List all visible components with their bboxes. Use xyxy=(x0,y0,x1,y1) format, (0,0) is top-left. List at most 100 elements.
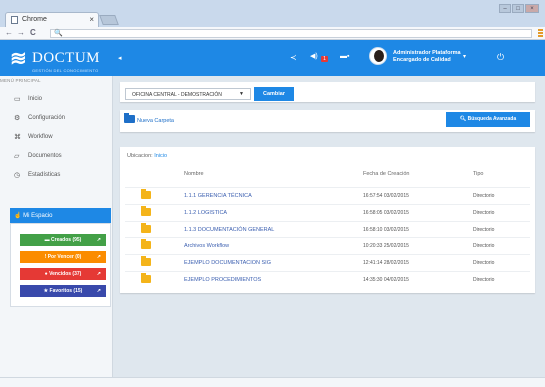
folder-icon: ▱ xyxy=(14,153,20,160)
table-row[interactable]: 1.1.3 DOCUMENTACIÓN GENERAL 16:58:10 03/… xyxy=(125,221,530,237)
location-label: Ubicacion: xyxy=(127,153,153,159)
advanced-search-label: Búsqueda Avanzada xyxy=(467,116,517,122)
folder-icon xyxy=(141,189,151,199)
browser-tab[interactable]: Chrome × xyxy=(5,12,99,27)
browser-toolbar: ← → C 🔍 xyxy=(0,27,545,40)
row-name[interactable]: Archivos Workflow xyxy=(184,243,229,249)
column-header-type[interactable]: Tipo xyxy=(473,171,484,177)
row-name[interactable]: 1.1.3 DOCUMENTACIÓN GENERAL xyxy=(184,227,274,233)
sidebar-item-workflow[interactable]: ⌘ Workflow xyxy=(0,128,112,147)
logo[interactable]: ≋ DOCTUM GESTIÓN DEL CONOCIMIENTO xyxy=(10,43,120,75)
row-type: Directorio xyxy=(473,193,495,199)
row-name[interactable]: 1.1.1 GERENCIA TÉCNICA xyxy=(184,193,252,199)
row-date: 16:58:05 03/02/2015 xyxy=(363,210,409,216)
user-info[interactable]: Administrador Plataforma Encargado de Ca… xyxy=(393,50,461,64)
table-row[interactable]: 1.1.1 GERENCIA TÉCNICA 16:57:54 03/02/20… xyxy=(125,187,530,203)
address-bar[interactable]: 🔍 xyxy=(50,29,532,38)
tab-close-icon[interactable]: × xyxy=(89,15,94,24)
forward-arrow-icon[interactable]: → xyxy=(17,28,25,37)
table-row[interactable]: EJEMPLO PROCEDIMIENTOS 14:35:30 04/02/20… xyxy=(125,271,530,287)
advanced-search-button[interactable]: 🔍︎ Búsqueda Avanzada xyxy=(446,112,530,127)
row-type: Directorio xyxy=(473,260,495,266)
row-date: 16:58:10 03/02/2015 xyxy=(363,227,409,233)
star-icon: ★ xyxy=(43,288,49,294)
sidebar-item-inicio[interactable]: ▭ Inicio xyxy=(0,90,112,109)
change-office-button[interactable]: Cambiar xyxy=(254,87,294,101)
due-soon-label: Por Vencer (0) xyxy=(47,254,82,260)
user-name: Administrador Plataforma xyxy=(393,50,461,56)
office-selector-panel: OFICINA CENTRAL - DEMOSTRACIÓN ▼ Cambiar xyxy=(120,82,535,102)
external-link-icon[interactable]: ↗ xyxy=(97,251,101,263)
workflow-icon: ⌘ xyxy=(14,134,21,141)
created-button[interactable]: ▬ Creados (95) ↗ xyxy=(20,234,106,246)
office-select[interactable]: OFICINA CENTRAL - DEMOSTRACIÓN ▼ xyxy=(125,88,251,100)
favorites-label: Favoritos (15) xyxy=(49,288,83,294)
table-row[interactable]: EJEMPLO DOCUMENTACION SIG 12:41:14 28/02… xyxy=(125,254,530,270)
browser-titlebar: Chrome × – □ × xyxy=(0,0,545,27)
row-date: 16:57:54 03/02/2015 xyxy=(363,193,409,199)
breadcrumb: Ubicacion: Inicio xyxy=(127,153,167,159)
external-link-icon[interactable]: ↗ xyxy=(97,268,101,280)
sidebar-item-documentos[interactable]: ▱ Documentos xyxy=(0,147,112,166)
my-space-title: Mi Espacio xyxy=(23,213,53,219)
breadcrumb-home-link[interactable]: Inicio xyxy=(154,153,167,159)
chevron-down-icon[interactable]: ▾ xyxy=(463,53,466,60)
folder-icon xyxy=(141,256,151,266)
gear-icon: ⚙ xyxy=(14,115,21,122)
expired-button[interactable]: ● Vencidos (37) ↗ xyxy=(20,268,106,280)
row-type: Directorio xyxy=(473,227,495,233)
clock-icon: ◷ xyxy=(14,172,21,179)
row-date: 14:35:30 04/02/2015 xyxy=(363,277,409,283)
window-controls: – □ × xyxy=(499,4,539,13)
expired-label: Vencidos (37) xyxy=(49,271,82,277)
table-row[interactable]: Archivos Workflow 10:20:33 25/02/2015 Di… xyxy=(125,237,530,253)
chevron-down-icon: ▼ xyxy=(239,91,244,97)
maximize-button[interactable]: □ xyxy=(512,4,524,13)
row-name[interactable]: EJEMPLO DOCUMENTACION SIG xyxy=(184,260,271,266)
reload-icon[interactable]: C xyxy=(30,28,36,37)
new-folder-link[interactable]: Nueva Carpeta xyxy=(137,118,174,124)
notification-badge: 1 xyxy=(321,56,328,62)
row-date: 12:41:14 28/02/2015 xyxy=(363,260,409,266)
row-name[interactable]: 1.1.2 LOGISTICA xyxy=(184,210,227,216)
column-header-date[interactable]: Fecha de Creación xyxy=(363,171,409,177)
minimize-button[interactable]: – xyxy=(499,4,511,13)
row-date: 10:20:33 25/02/2015 xyxy=(363,243,409,249)
avatar[interactable] xyxy=(369,47,387,65)
file-listing-panel: Ubicacion: Inicio Nombre Fecha de Creaci… xyxy=(120,147,535,293)
table-row[interactable]: 1.1.2 LOGISTICA 16:58:05 03/02/2015 Dire… xyxy=(125,204,530,220)
page-footer xyxy=(0,377,545,387)
my-space-header: ☝ Mi Espacio xyxy=(10,208,111,223)
sidebar-item-estadisticas[interactable]: ◷ Estadísticas xyxy=(0,166,112,185)
megaphone-icon[interactable]: ◀) xyxy=(310,52,318,60)
folder-icon xyxy=(141,206,151,216)
messages-icon[interactable]: ▬▪ xyxy=(340,53,349,60)
alert-icon: ● xyxy=(44,271,48,277)
browser-menu-icon[interactable] xyxy=(538,29,543,37)
monitor-icon: ▭ xyxy=(14,96,21,103)
folder-open-icon[interactable] xyxy=(124,113,135,123)
created-label: Creados (95) xyxy=(51,237,82,243)
row-type: Directorio xyxy=(473,277,495,283)
sidebar-item-configuracion[interactable]: ⚙ Configuración xyxy=(0,109,112,128)
row-name[interactable]: EJEMPLO PROCEDIMIENTOS xyxy=(184,277,261,283)
sidebar-item-label: Workflow xyxy=(28,134,53,140)
external-link-icon[interactable]: ↗ xyxy=(97,234,101,246)
external-link-icon[interactable]: ↗ xyxy=(97,285,101,297)
share-icon[interactable]: ≺ xyxy=(290,53,297,62)
close-window-button[interactable]: × xyxy=(525,4,539,13)
sidebar-item-label: Configuración xyxy=(28,115,66,121)
column-header-name[interactable]: Nombre xyxy=(184,171,204,177)
sidebar-item-label: Documentos xyxy=(28,153,62,159)
favorites-button[interactable]: ★ Favoritos (15) ↗ xyxy=(20,285,106,297)
folder-icon xyxy=(141,239,151,249)
due-soon-button[interactable]: ! Por Vencer (0) ↗ xyxy=(20,251,106,263)
sidebar-toggle-icon[interactable]: ◂ xyxy=(118,54,122,62)
logo-tagline: GESTIÓN DEL CONOCIMIENTO xyxy=(32,68,99,73)
row-type: Directorio xyxy=(473,243,495,249)
back-arrow-icon[interactable]: ← xyxy=(5,28,13,37)
user-role: Encargado de Calidad xyxy=(393,57,451,63)
sidebar-item-label: Estadísticas xyxy=(28,172,61,178)
power-icon[interactable]: ⏻ xyxy=(497,52,504,63)
new-tab-button[interactable] xyxy=(99,15,119,25)
